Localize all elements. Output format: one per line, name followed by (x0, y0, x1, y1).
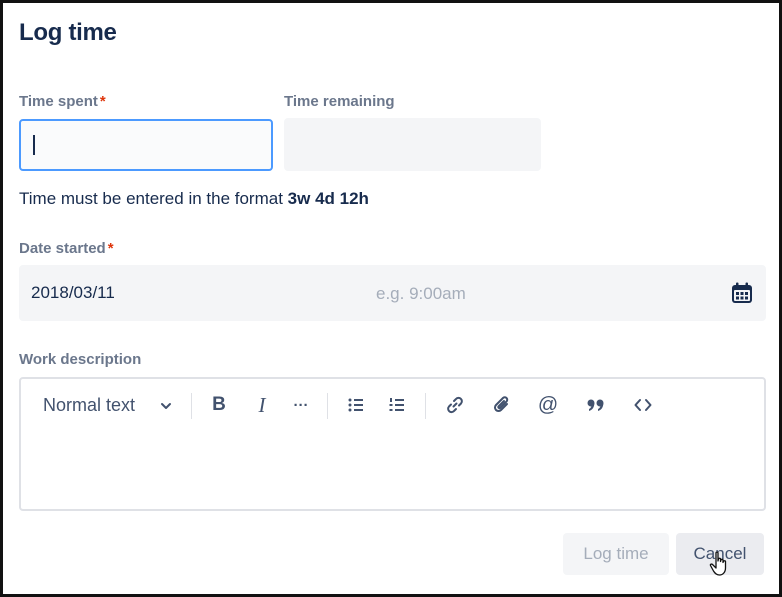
attachment-icon[interactable] (488, 391, 516, 419)
time-spent-label: Time spent * (19, 93, 106, 110)
date-input[interactable]: 2018/03/11 (31, 283, 115, 303)
bullet-list-icon[interactable] (342, 391, 370, 419)
numbered-list-icon[interactable] (383, 391, 411, 419)
time-remaining-input[interactable] (284, 118, 541, 171)
chevron-down-icon[interactable] (159, 399, 173, 413)
work-description-editor[interactable]: Normal text B I ··· @ (19, 377, 766, 511)
format-hint-text: Time must be entered in the format (19, 189, 283, 208)
text-style-dropdown[interactable]: Normal text (43, 395, 135, 416)
log-time-button[interactable]: Log time (563, 533, 669, 575)
date-started-label: Date started * (19, 240, 114, 257)
toolbar-divider (327, 393, 328, 419)
editor-toolbar: Normal text B I ··· @ (21, 379, 764, 431)
hand-pointer-icon (709, 551, 727, 576)
link-icon[interactable] (441, 391, 469, 419)
format-hint-example: 3w 4d 12h (287, 189, 369, 208)
toolbar-divider (191, 393, 192, 419)
required-marker: * (99, 93, 106, 110)
time-spent-input[interactable] (19, 119, 273, 171)
date-started-label-text: Date started (19, 240, 106, 257)
quote-icon[interactable] (582, 391, 610, 419)
log-time-dialog: Log time Time spent * Time remaining Time… (0, 0, 782, 597)
toolbar-divider (425, 393, 426, 419)
work-description-label: Work description (19, 351, 142, 368)
dialog-title: Log time (19, 19, 117, 46)
calendar-icon[interactable] (730, 281, 754, 305)
time-remaining-label: Time remaining (284, 93, 395, 110)
italic-icon[interactable]: I (248, 391, 276, 419)
code-icon[interactable] (629, 391, 657, 419)
time-input[interactable]: e.g. 9:00am (376, 284, 466, 304)
format-hint: Time must be entered in the format 3w 4d… (19, 189, 369, 209)
date-started-field[interactable]: 2018/03/11 e.g. 9:00am (19, 265, 766, 321)
mention-icon[interactable]: @ (534, 391, 562, 419)
text-caret (33, 135, 35, 155)
time-spent-label-text: Time spent (19, 93, 98, 110)
required-marker: * (107, 240, 114, 257)
more-icon[interactable]: ··· (287, 391, 315, 419)
bold-icon[interactable]: B (205, 391, 233, 419)
